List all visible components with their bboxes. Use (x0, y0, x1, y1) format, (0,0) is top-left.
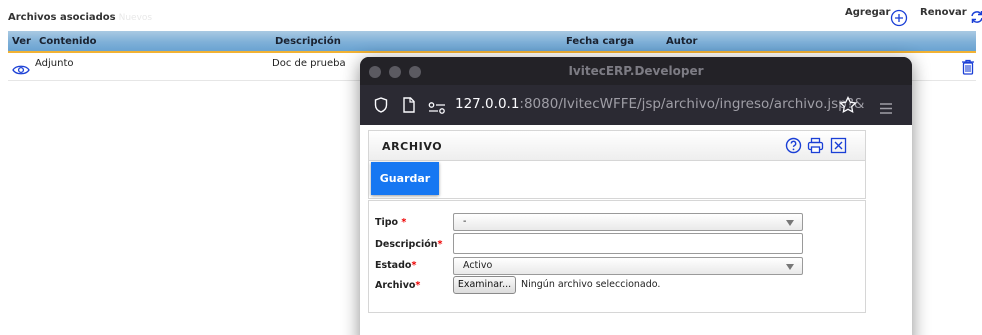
tipo-select-value: - (463, 216, 467, 227)
required-mark: * (437, 239, 443, 250)
page-icon[interactable] (403, 97, 415, 117)
refresh-icon (969, 7, 982, 25)
required-mark: * (411, 260, 417, 271)
file-status-text: Ningún archivo seleccionado. (521, 279, 661, 290)
close-icon[interactable] (830, 137, 847, 158)
url-path: :8080/IvitecWFFE/jsp/archivo/ingreso/arc… (519, 96, 865, 112)
descripcion-input[interactable] (453, 233, 803, 254)
refresh-button[interactable]: Renovar (920, 7, 982, 25)
tipo-label: Tipo * (375, 217, 406, 228)
url-bar[interactable]: 127.0.0.1:8080/IvitecWFFE/jsp/archivo/in… (360, 85, 912, 125)
save-button[interactable]: Guardar (371, 162, 439, 195)
form-fields: Tipo * - Descripción* Estado* Activo Arc… (368, 200, 866, 313)
star-icon[interactable] (839, 95, 857, 118)
trash-icon[interactable] (961, 59, 975, 79)
descripcion-label: Descripción* (375, 239, 443, 250)
estado-label-text: Estado (375, 260, 412, 271)
estado-select[interactable]: Activo (453, 257, 803, 275)
form-title: ARCHIVO (382, 140, 443, 153)
archivo-label-text: Archivo (375, 280, 416, 291)
add-button[interactable]: Agregar (845, 7, 908, 27)
ghost-text: Nuevos (118, 13, 153, 23)
popup-window: IvitecERP.Developer 127.0.0.1:8080/Ivite… (360, 57, 912, 335)
descripcion-label-text: Descripción (375, 239, 438, 250)
required-mark: * (415, 280, 421, 291)
column-header-ver[interactable]: Ver (12, 36, 31, 47)
window-titlebar[interactable]: IvitecERP.Developer (360, 57, 912, 85)
hamburger-menu-icon[interactable] (879, 99, 893, 118)
tipo-label-text: Tipo (375, 217, 402, 228)
print-icon[interactable] (807, 137, 824, 158)
help-icon[interactable] (785, 137, 802, 158)
eye-icon[interactable] (12, 61, 30, 80)
estado-label: Estado* (375, 260, 416, 271)
url-host: 127.0.0.1 (455, 96, 520, 112)
section-title-text: Archivos asociados (8, 12, 116, 23)
column-header-autor[interactable]: Autor (666, 36, 697, 47)
required-mark: * (401, 217, 407, 228)
section-title: Archivos asociados Nuevos (8, 12, 152, 23)
window-title: IvitecERP.Developer (568, 64, 704, 78)
column-header-contenido[interactable]: Contenido (39, 36, 96, 47)
column-header-fecha-carga[interactable]: Fecha carga (566, 36, 634, 47)
add-label: Agregar (845, 7, 891, 18)
tipo-select[interactable]: - (453, 213, 803, 231)
cell-descripcion: Doc de prueba (272, 58, 346, 69)
column-header-descripcion[interactable]: Descripción (275, 36, 341, 47)
refresh-label: Renovar (920, 7, 967, 18)
background-app: Archivos asociados Nuevos Agregar Renovar… (0, 0, 982, 335)
url-text[interactable]: 127.0.0.1:8080/IvitecWFFE/jsp/archivo/in… (455, 96, 864, 112)
shield-icon[interactable] (374, 97, 388, 117)
chevron-down-icon (786, 220, 794, 226)
archivo-label: Archivo* (375, 280, 420, 291)
chevron-down-icon (786, 264, 794, 270)
form-toolbar: Guardar (368, 160, 866, 199)
estado-select-value: Activo (463, 260, 493, 271)
plus-circle-icon (890, 7, 908, 27)
grid-header: Ver Contenido Descripción Fecha carga Au… (8, 31, 976, 53)
form-header: ARCHIVO (368, 130, 866, 160)
cell-contenido: Adjunto (35, 58, 74, 69)
permissions-icon[interactable] (428, 99, 446, 118)
browse-file-button[interactable]: Examinar... (453, 276, 516, 294)
popup-content: ARCHIVO Guardar Tipo * - Descripción* Es… (360, 125, 912, 335)
